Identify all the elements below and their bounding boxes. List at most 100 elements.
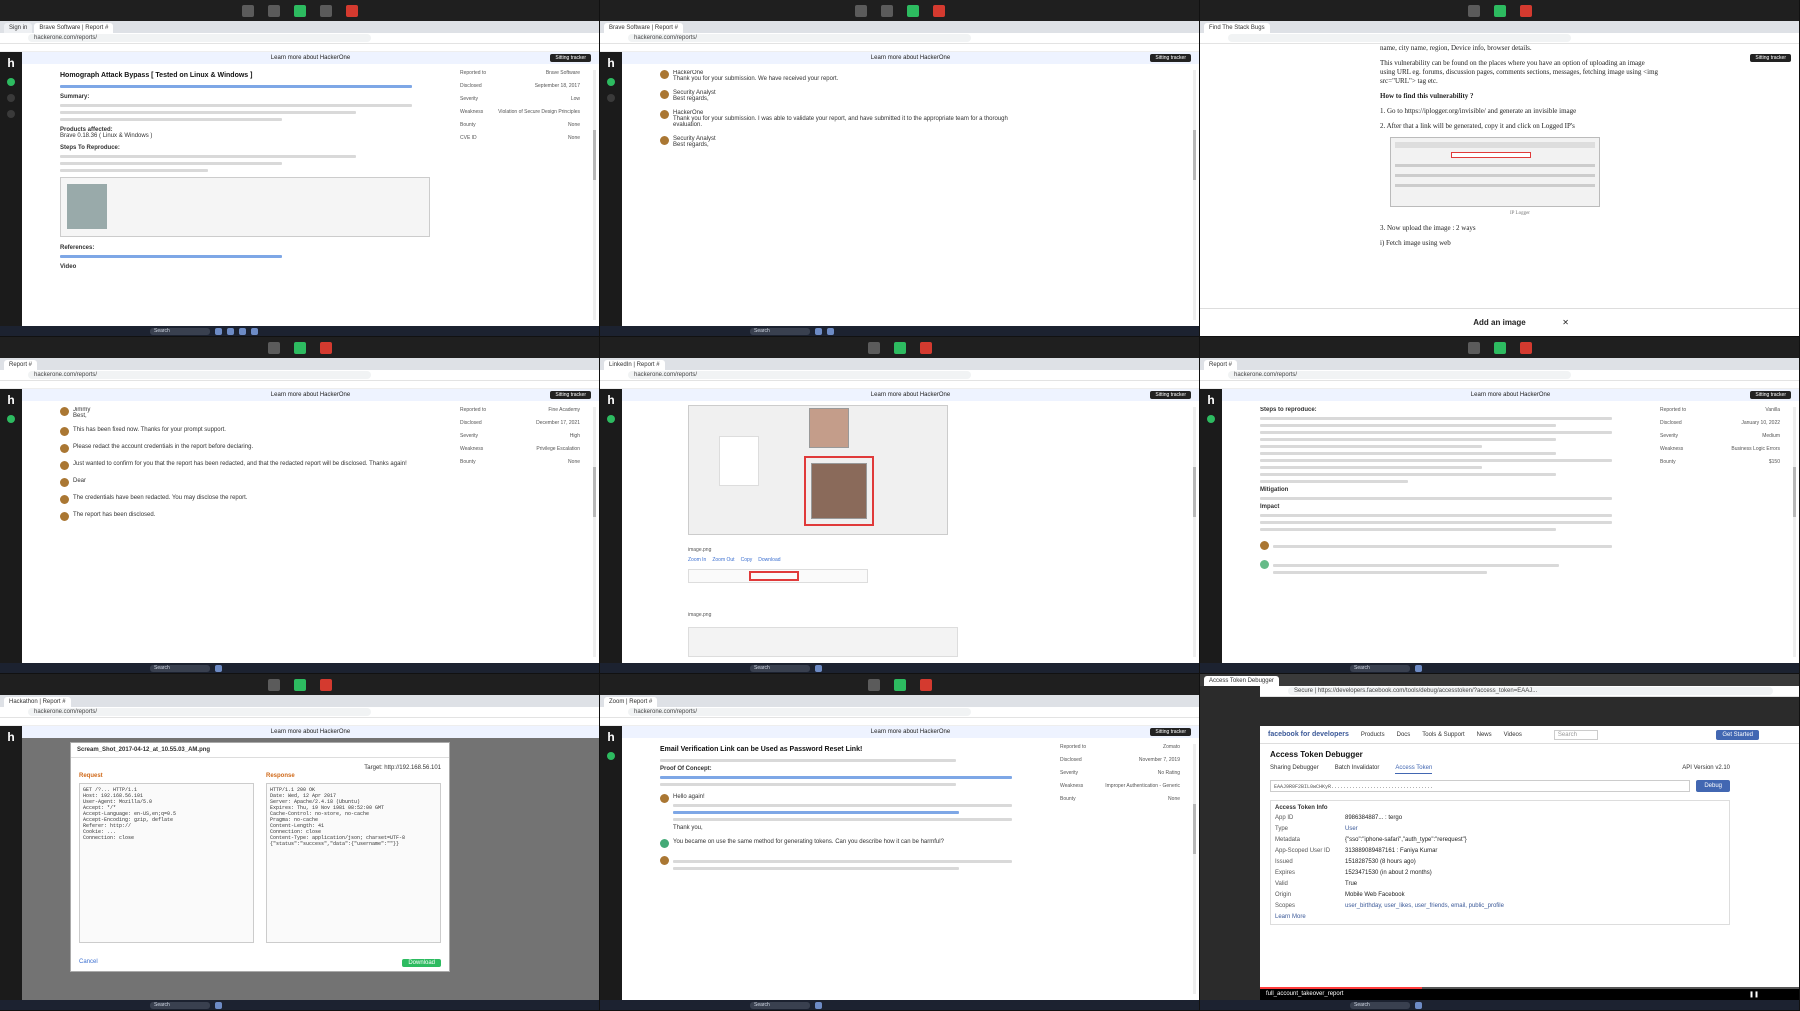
image-links[interactable]: Zoom In Zoom Out Copy Download	[688, 557, 787, 563]
address-bar[interactable]: hackerone.com/reports/	[0, 707, 599, 718]
mute-icon[interactable]	[1467, 4, 1480, 17]
taskbar-search[interactable]: Search	[1350, 1001, 1410, 1009]
url-text[interactable]: hackerone.com/reports/	[628, 34, 971, 42]
pause-icon[interactable]: ❚❚	[1749, 991, 1759, 998]
get-started-button[interactable]: Get Started	[1716, 729, 1759, 740]
video-icon[interactable]	[267, 4, 280, 17]
address-bar[interactable]: Secure | https://developers.facebook.com…	[1260, 686, 1799, 697]
video-icon[interactable]	[880, 4, 893, 17]
browser-tab-active[interactable]: Brave Software | Report #	[604, 23, 683, 33]
access-token-input[interactable]: EAAJ9R0F2BIL0wCHKyR.....................…	[1270, 780, 1691, 792]
nav-products[interactable]: Products	[1361, 732, 1385, 738]
share-icon[interactable]	[293, 341, 306, 354]
nav-icon[interactable]	[7, 78, 15, 86]
token-info-value[interactable]: User	[1345, 826, 1358, 832]
learn-more-banner[interactable]: Learn more about HackerOne	[622, 726, 1199, 738]
scrollbar[interactable]	[593, 407, 596, 657]
url-text[interactable]: hackerone.com/reports/	[28, 708, 371, 716]
embedded-screenshot[interactable]	[688, 627, 958, 657]
browser-tab-active[interactable]: Report #	[4, 360, 38, 370]
hackerone-logo[interactable]: h	[0, 730, 22, 744]
scrollbar-thumb[interactable]	[593, 467, 596, 517]
url-text[interactable]: hackerone.com/reports/	[28, 34, 371, 42]
mute-icon[interactable]	[854, 4, 867, 17]
close-icon[interactable]: ✕	[1562, 309, 1569, 336]
browser-tab-active[interactable]: Find The Stack Bugs	[1204, 23, 1270, 33]
record-icon[interactable]	[319, 341, 332, 354]
app-icon[interactable]	[215, 327, 222, 335]
share-icon[interactable]	[893, 341, 906, 354]
scrollbar-thumb[interactable]	[1193, 130, 1196, 180]
image-link[interactable]: Zoom Out	[712, 557, 734, 563]
browser-tab-active[interactable]: Access Token Debugger	[1204, 676, 1279, 686]
image-link[interactable]: Zoom In	[688, 557, 706, 563]
scrollbar-thumb[interactable]	[593, 130, 596, 180]
share-icon[interactable]	[906, 4, 919, 17]
video-player-bar[interactable]: full_account_takeover_report ❚❚	[1260, 987, 1799, 1000]
nav-icon[interactable]	[607, 78, 615, 86]
record-icon[interactable]	[1519, 4, 1532, 17]
taskbar-search[interactable]: Search	[1350, 664, 1410, 672]
cancel-button[interactable]: Cancel	[79, 959, 98, 965]
reference-link[interactable]	[60, 255, 282, 258]
nav-icon[interactable]	[607, 752, 615, 760]
nav-videos[interactable]: Videos	[1504, 732, 1522, 738]
url-text[interactable]: hackerone.com/reports/	[628, 371, 971, 379]
address-bar[interactable]: hackerone.com/reports/	[600, 370, 1199, 381]
learn-more-banner[interactable]: Learn more about HackerOne	[22, 52, 599, 64]
app-icon[interactable]	[227, 327, 234, 335]
iplogger-screenshot[interactable]	[1390, 137, 1600, 207]
record-icon[interactable]	[919, 341, 932, 354]
app-icon[interactable]	[215, 1001, 222, 1009]
share-icon[interactable]	[293, 678, 306, 691]
hackerone-logo[interactable]: h	[600, 393, 622, 407]
hackerone-logo[interactable]: h	[0, 393, 22, 407]
record-icon[interactable]	[1519, 341, 1532, 354]
learn-more-banner[interactable]: Learn more about HackerOne	[622, 389, 1199, 401]
image-link[interactable]: Copy	[741, 557, 753, 563]
nav-icon[interactable]	[607, 415, 615, 423]
taskbar-search[interactable]: Search	[750, 1001, 810, 1009]
app-icon[interactable]	[239, 327, 246, 335]
record-icon[interactable]	[932, 4, 945, 17]
share-icon[interactable]	[293, 4, 306, 17]
taskbar-search[interactable]: Search	[150, 1001, 210, 1009]
browser-tab[interactable]: Sign in	[4, 23, 33, 33]
share-icon[interactable]	[1493, 4, 1506, 17]
app-icon[interactable]	[251, 327, 258, 335]
nav-tools[interactable]: Tools & Support	[1422, 732, 1464, 738]
taskbar-search[interactable]: Search	[750, 327, 810, 335]
scrollbar[interactable]	[1793, 407, 1796, 657]
url-text[interactable]: hackerone.com/reports/	[28, 371, 371, 379]
download-button[interactable]: Download	[402, 959, 441, 967]
nav-icon[interactable]	[1207, 415, 1215, 423]
url-text[interactable]: hackerone.com/reports/	[1228, 371, 1571, 379]
mute-icon[interactable]	[867, 678, 880, 691]
nav-icon[interactable]	[607, 94, 615, 102]
link-line[interactable]	[673, 811, 959, 814]
search-input[interactable]: Search	[1553, 729, 1598, 740]
api-version-select[interactable]: API Version v2.10	[1682, 765, 1730, 774]
debug-button[interactable]: Debug	[1696, 780, 1730, 792]
attached-image[interactable]	[60, 177, 430, 237]
tab-batch-invalidator[interactable]: Batch Invalidator	[1335, 765, 1380, 774]
app-icon[interactable]	[815, 664, 822, 672]
learn-more-link[interactable]: Learn More	[1275, 914, 1725, 920]
browser-tab-active[interactable]: Zoom | Report #	[604, 697, 658, 707]
record-icon[interactable]	[345, 4, 358, 17]
hackerone-logo[interactable]: h	[0, 56, 22, 70]
taskbar-search[interactable]: Search	[750, 664, 810, 672]
mute-icon[interactable]	[267, 678, 280, 691]
address-bar[interactable]: hackerone.com/reports/	[1200, 370, 1799, 381]
address-bar[interactable]: hackerone.com/reports/	[600, 707, 1199, 718]
hackerone-logo[interactable]: h	[600, 56, 622, 70]
chat-icon[interactable]	[319, 4, 332, 17]
scrollbar[interactable]	[1193, 744, 1196, 994]
app-icon[interactable]	[215, 664, 222, 672]
browser-tab-active[interactable]: Brave Software | Report #	[34, 23, 114, 33]
app-icon[interactable]	[1415, 664, 1422, 672]
token-info-value[interactable]: user_birthday, user_likes, user_friends,…	[1345, 903, 1504, 909]
app-icon[interactable]	[827, 327, 834, 335]
learn-more-banner[interactable]: Learn more about HackerOne	[1222, 389, 1799, 401]
scrollbar[interactable]	[1193, 407, 1196, 657]
